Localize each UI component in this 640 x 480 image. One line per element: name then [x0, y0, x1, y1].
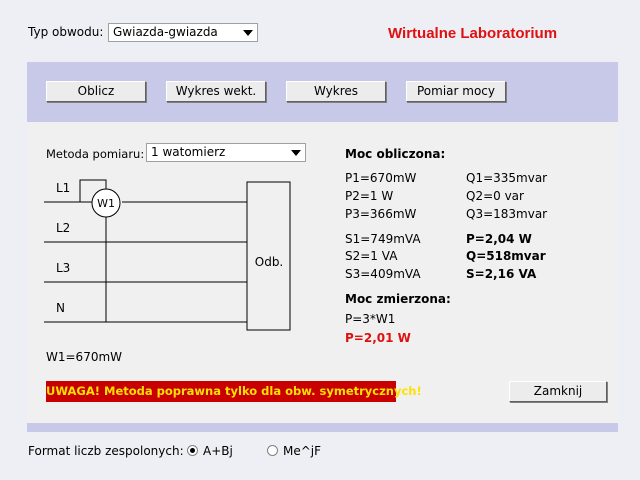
- p2-value: P2=1 W: [345, 189, 394, 203]
- calculated-power-header: Moc obliczona:: [345, 147, 446, 161]
- q3-value: Q3=183mvar: [466, 207, 548, 221]
- line-label-n: N: [56, 301, 65, 315]
- method-value: 1 watomierz: [151, 145, 226, 159]
- circuit-type-value: Gwiazda-gwiazda: [113, 25, 218, 39]
- format-radio-abj[interactable]: [187, 445, 198, 456]
- p1-value: P1=670mW: [345, 171, 417, 185]
- p3-value: P3=366mW: [345, 207, 417, 221]
- power-measurement-button[interactable]: Pomiar mocy: [406, 81, 506, 102]
- measured-result: P=2,01 W: [345, 331, 411, 345]
- s-total-value: S=2,16 VA: [466, 267, 537, 281]
- method-select[interactable]: 1 watomierz: [146, 143, 306, 162]
- load-label: Odb.: [255, 255, 284, 269]
- format-radio-abj-label[interactable]: A+Bj: [203, 444, 233, 458]
- wattmeter-reading: W1=670mW: [46, 350, 123, 364]
- line-label-l3: L3: [56, 261, 71, 275]
- q2-value: Q2=0 var: [466, 189, 524, 203]
- number-format-label: Format liczb zespolonych:: [28, 444, 184, 458]
- chevron-down-icon: [291, 150, 301, 156]
- chevron-down-icon: [243, 30, 253, 36]
- chart-button[interactable]: Wykres: [286, 81, 386, 102]
- s1-value: S1=749mVA: [345, 232, 421, 246]
- q1-value: Q1=335mvar: [466, 171, 548, 185]
- line-label-l1: L1: [56, 181, 71, 195]
- q-total-value: Q=518mvar: [466, 249, 546, 263]
- app-title: Wirtualne Laboratorium: [388, 25, 558, 42]
- wattmeter-label: W1: [97, 197, 115, 210]
- circuit-diagram: W1 Odb.: [44, 179, 291, 331]
- s3-value: S3=409mVA: [345, 267, 421, 281]
- format-radio-mej[interactable]: [267, 445, 278, 456]
- circuit-type-select[interactable]: Gwiazda-gwiazda: [108, 23, 258, 42]
- line-label-l2: L2: [56, 221, 71, 235]
- circuit-type-label: Typ obwodu:: [28, 25, 104, 39]
- method-label: Metoda pomiaru:: [46, 147, 145, 161]
- s2-value: S2=1 VA: [345, 249, 398, 263]
- format-radio-mej-label[interactable]: Me^jF: [283, 444, 321, 458]
- radio-selected-dot: [190, 448, 195, 453]
- close-button[interactable]: Zamknij: [509, 381, 607, 402]
- vector-chart-button[interactable]: Wykres wekt.: [166, 81, 266, 102]
- measured-formula: P=3*W1: [345, 312, 396, 326]
- measured-power-header: Moc zmierzona:: [345, 292, 451, 306]
- warning-banner: UWAGA! Metoda poprawna tylko dla obw. sy…: [46, 381, 422, 402]
- calculate-button[interactable]: Oblicz: [46, 81, 146, 102]
- p-total-value: P=2,04 W: [466, 232, 532, 246]
